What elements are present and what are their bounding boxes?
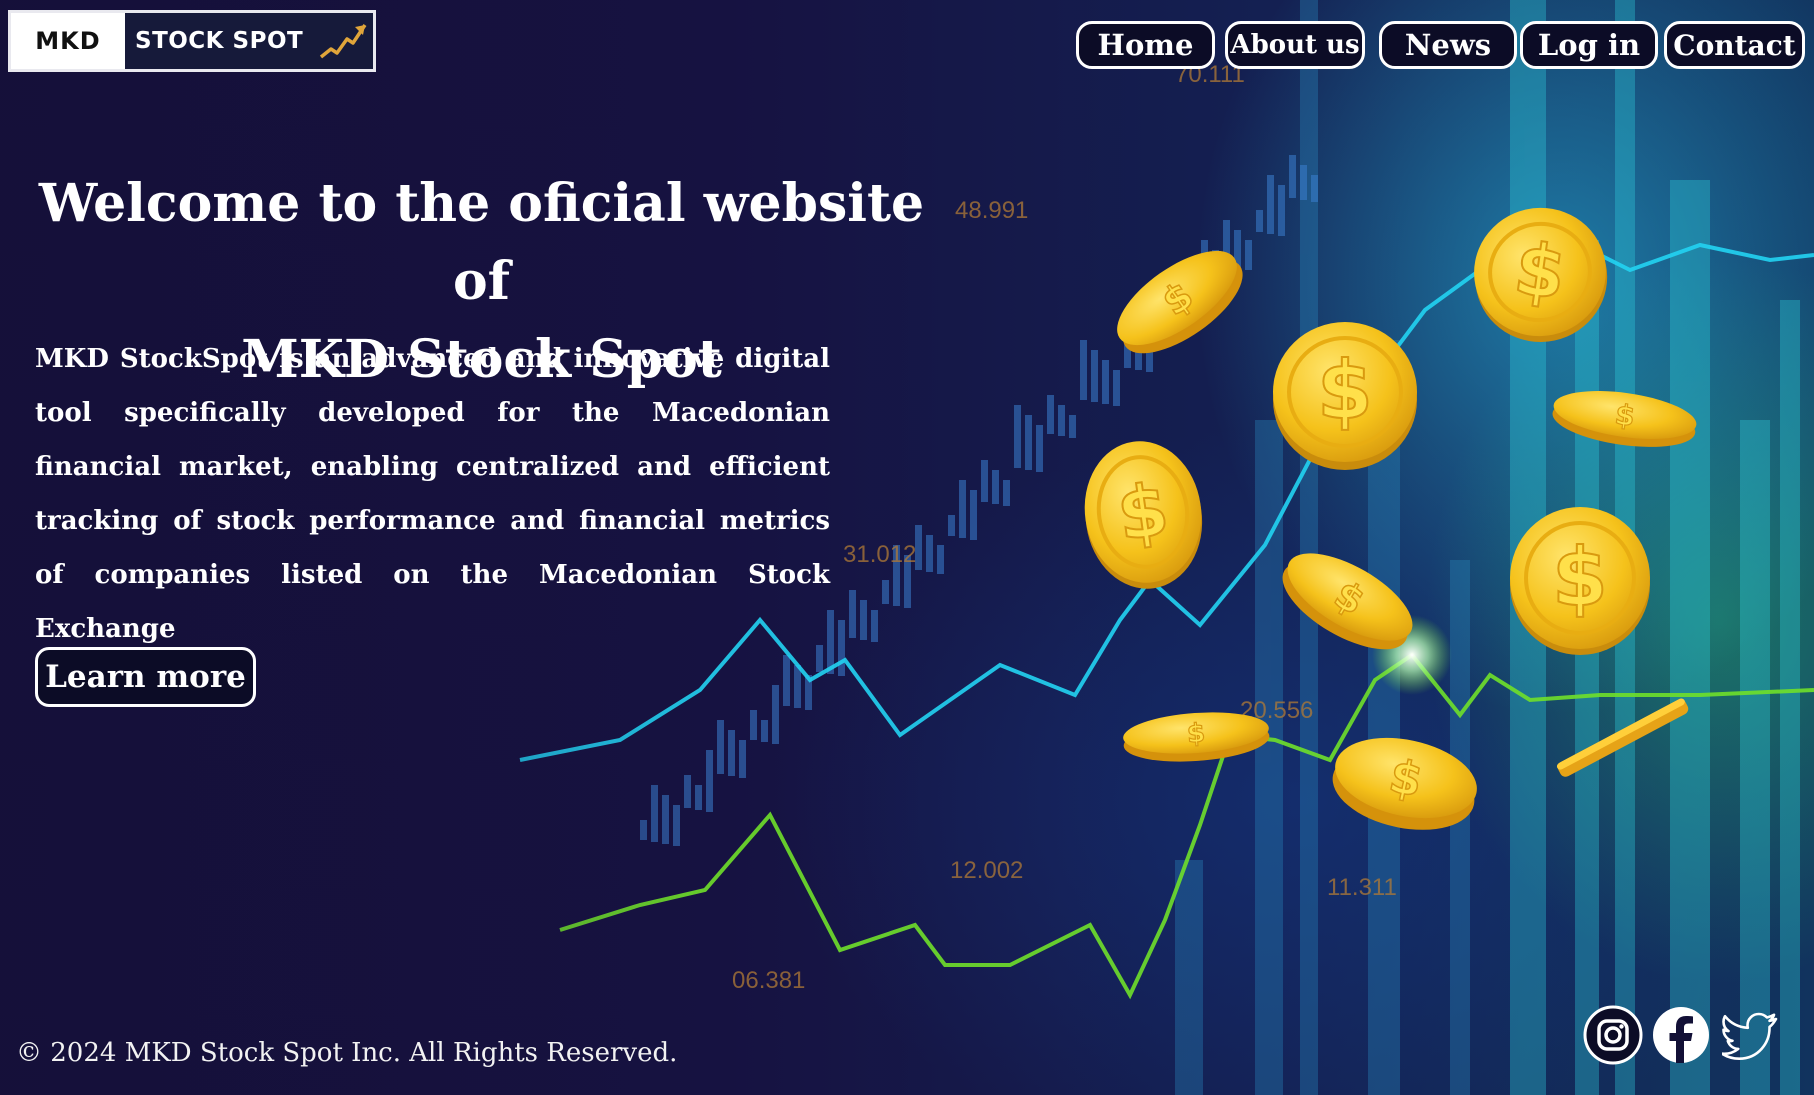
volume-bar — [1575, 240, 1599, 1095]
candlestick — [1091, 350, 1098, 402]
nav-home-button[interactable]: Home — [1076, 21, 1215, 69]
copyright-symbol: © — [16, 1038, 42, 1068]
candlestick — [1278, 185, 1285, 236]
facebook-icon[interactable] — [1651, 1005, 1711, 1065]
candlestick — [750, 710, 757, 740]
twitter-icon[interactable] — [1722, 1005, 1782, 1065]
candlestick — [970, 490, 977, 540]
candlestick — [739, 740, 746, 778]
nav-news-button[interactable]: News — [1379, 21, 1517, 69]
candlestick — [783, 655, 790, 706]
chart-number: 12.002 — [950, 857, 1023, 884]
volume-bar — [1300, 0, 1318, 1095]
logo-stockspot: STOCK SPOT — [125, 13, 373, 69]
coin: $ — [1510, 507, 1650, 655]
candlestick — [992, 470, 999, 504]
candlestick — [1300, 165, 1307, 200]
copyright-text: 2024 MKD Stock Spot Inc. All Rights Rese… — [50, 1038, 678, 1068]
candlestick — [794, 665, 801, 708]
candlestick — [849, 590, 856, 638]
candlestick — [981, 460, 988, 502]
volume-bar — [1670, 180, 1710, 1095]
copyright: © 2024 MKD Stock Spot Inc. All Rights Re… — [16, 1038, 677, 1068]
svg-text:$: $ — [1317, 344, 1373, 437]
candlestick — [1014, 405, 1021, 468]
logo[interactable]: MKD STOCK SPOT — [8, 10, 376, 72]
nav-about-button[interactable]: About us — [1225, 21, 1365, 69]
chart-number: 11.311 — [1327, 874, 1397, 901]
logo-text: STOCK SPOT — [135, 28, 304, 54]
coin: $ — [1273, 322, 1417, 470]
candlestick — [860, 600, 867, 640]
svg-text:$: $ — [1186, 718, 1206, 749]
svg-text:$: $ — [1552, 531, 1608, 624]
title-line-1: Welcome to the oficial website of — [38, 173, 925, 312]
candlestick — [706, 750, 713, 812]
candlestick — [959, 480, 966, 538]
nav-login-button[interactable]: Log in — [1520, 21, 1658, 69]
candlestick — [728, 730, 735, 776]
candlestick — [1025, 415, 1032, 470]
coin: $ — [1084, 441, 1203, 589]
candlestick — [1113, 370, 1120, 406]
candlestick — [1058, 405, 1065, 436]
candlestick — [1267, 175, 1274, 234]
candlestick — [772, 685, 779, 744]
volume-bar — [1780, 300, 1800, 1095]
candlestick — [1256, 210, 1263, 232]
candlestick — [1311, 175, 1318, 202]
chart-number: 48.991 — [955, 197, 1028, 224]
trend-arrow-icon — [319, 24, 367, 59]
coin: $ — [1123, 712, 1270, 762]
candlestick — [1069, 415, 1076, 438]
candlestick — [838, 620, 845, 676]
candlestick — [871, 610, 878, 642]
candlestick — [1080, 340, 1087, 400]
chart-number: 31.012 — [843, 541, 916, 568]
chart-number: 06.381 — [732, 967, 805, 994]
volume-bar — [1740, 420, 1770, 1095]
candlestick — [1036, 425, 1043, 472]
instagram-icon[interactable] — [1583, 1005, 1643, 1065]
candlestick — [882, 580, 889, 604]
hero-description: MKD StockSpot is an advanced and innovat… — [35, 344, 830, 644]
nav-contact-button[interactable]: Contact — [1664, 21, 1805, 69]
logo-mkd: MKD — [11, 13, 125, 69]
volume-bar — [1450, 560, 1470, 1095]
candlestick — [926, 535, 933, 572]
volume-bar — [1175, 860, 1203, 1095]
candlestick — [948, 515, 955, 536]
candlestick — [1003, 480, 1010, 506]
candlestick — [717, 720, 724, 774]
candlestick — [761, 720, 768, 742]
candlestick — [1047, 395, 1054, 434]
candlestick — [1102, 360, 1109, 404]
candlestick — [1289, 155, 1296, 198]
learn-more-button[interactable]: Learn more — [35, 647, 256, 707]
candlestick — [1245, 240, 1252, 270]
candlestick — [937, 545, 944, 574]
